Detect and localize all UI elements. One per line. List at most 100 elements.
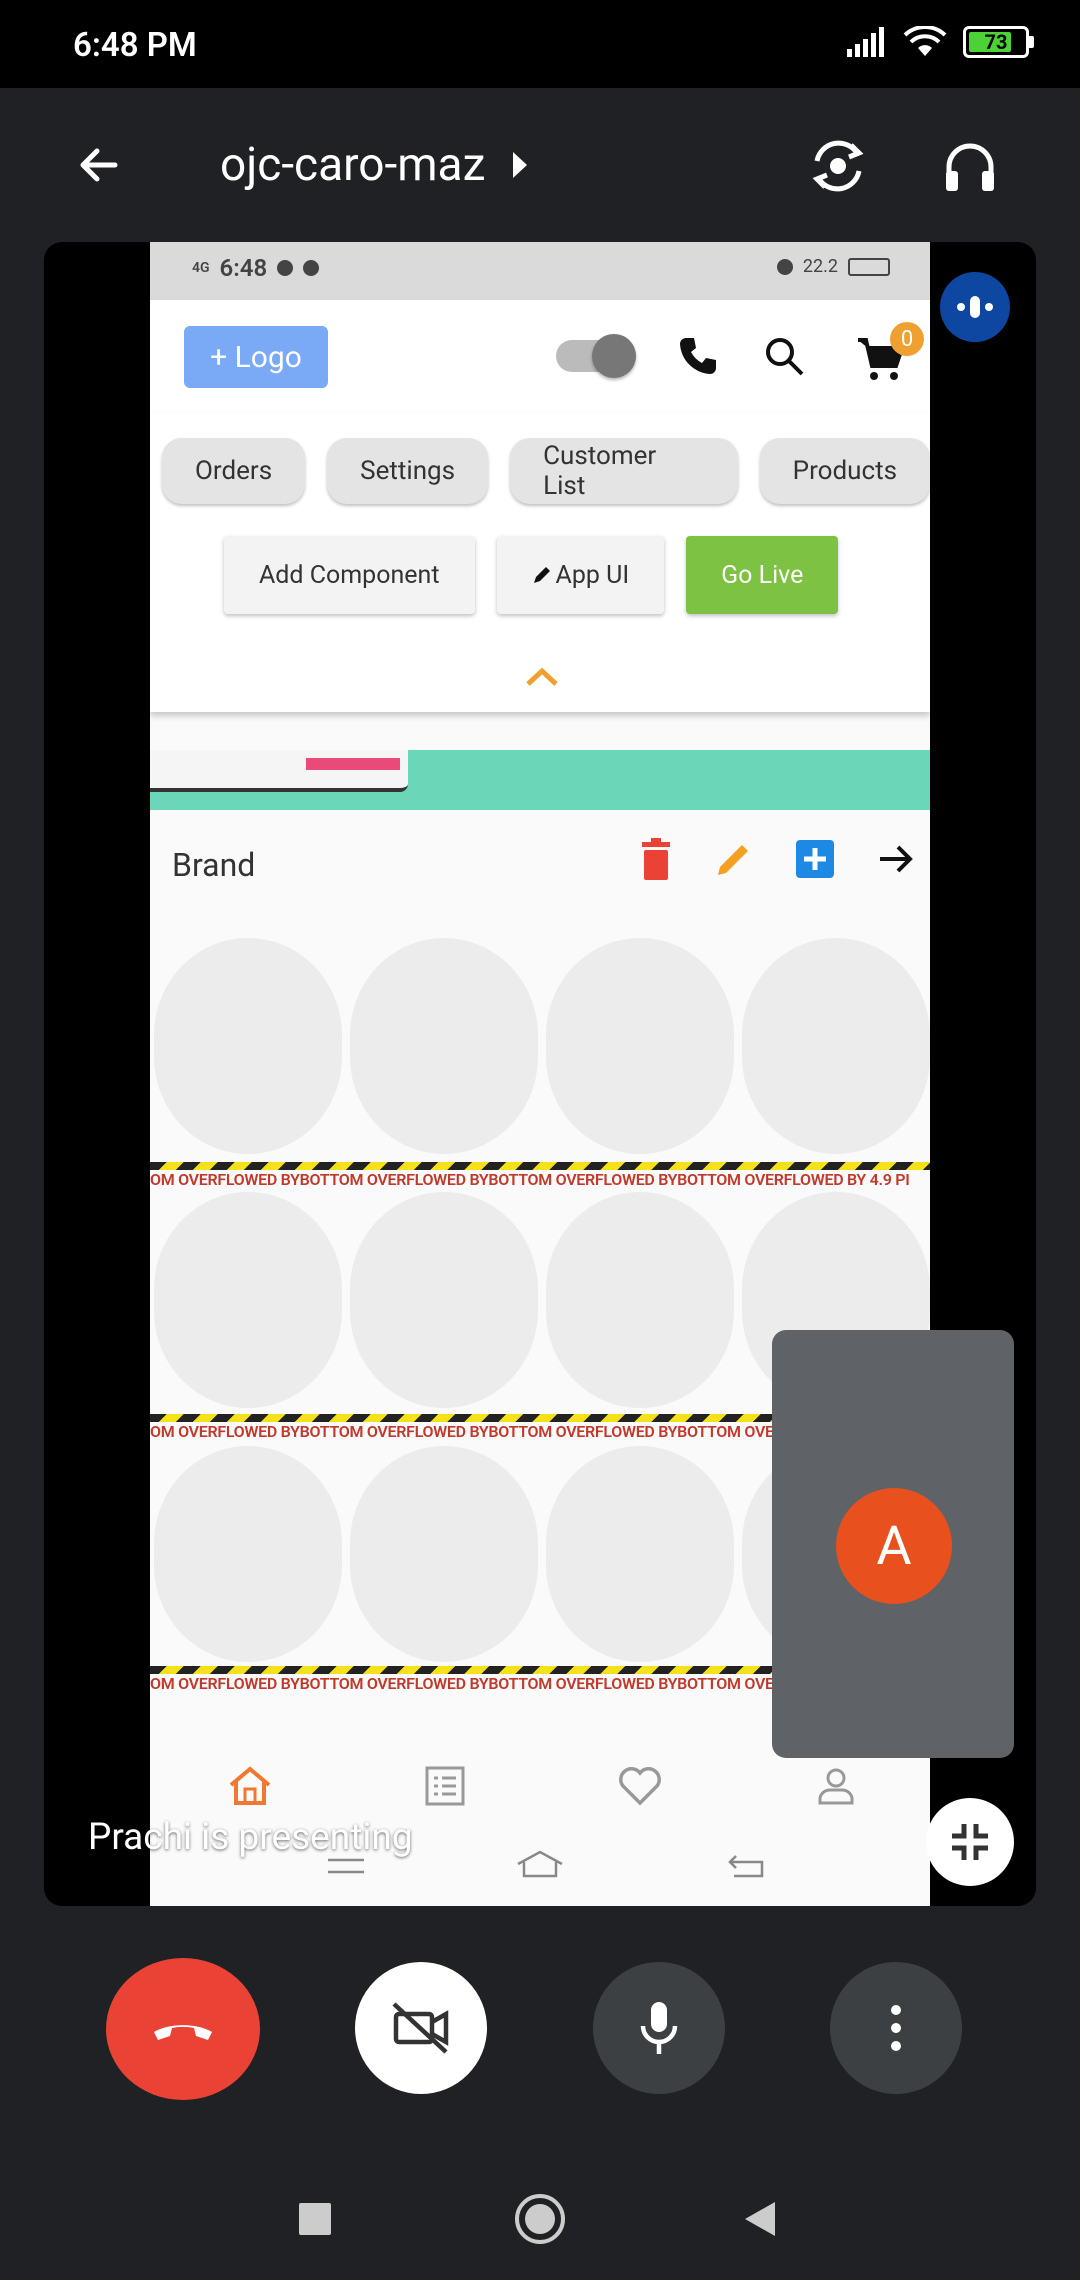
back-outline-icon [728, 1855, 764, 1878]
battery-level: 73 [984, 30, 1008, 54]
heart-icon [619, 1767, 661, 1806]
camera-off-icon [392, 2002, 449, 2054]
brand-item[interactable] [350, 938, 538, 1154]
brand-label: Brand [172, 846, 256, 884]
cart-badge: 0 [890, 322, 924, 356]
pencil-icon [533, 567, 550, 583]
battery-indicator: 73 [963, 26, 1034, 58]
brand-item[interactable] [742, 938, 930, 1154]
system-back-button[interactable] [727, 2186, 793, 2252]
nav-home[interactable] [220, 1756, 280, 1816]
microphone-button[interactable] [593, 1962, 725, 2094]
home-circle-icon [515, 2194, 565, 2244]
brand-item[interactable] [350, 1192, 538, 1408]
brand-item[interactable] [154, 1446, 342, 1662]
arrow-forward-icon[interactable] [876, 839, 916, 879]
meeting-app-bar: ojc-caro-maz [0, 88, 1080, 242]
brand-tools [638, 838, 916, 880]
phone-button[interactable] [676, 334, 720, 382]
camera-toggle-button[interactable] [355, 1962, 487, 2094]
system-navigation-bar [0, 2160, 1080, 2280]
home-icon [229, 1766, 271, 1805]
phone-icon [680, 338, 716, 374]
chip-settings[interactable]: Settings [327, 438, 489, 504]
home-button[interactable] [507, 2186, 573, 2252]
status-time: 6:48 PM [73, 26, 197, 65]
meeting-title[interactable]: ojc-caro-maz [220, 138, 528, 192]
overflow-warning: OM OVERFLOWED BYBOTTOM OVERFLOWED BYBOTT… [150, 1170, 910, 1189]
self-video-tile[interactable]: A [772, 1330, 1014, 1758]
end-call-icon [154, 2025, 212, 2040]
shared-network: 4G [192, 260, 210, 276]
action-buttons: Add Component App UI Go Live [224, 536, 839, 614]
edit-icon[interactable] [714, 839, 754, 879]
banner-thumbnail [150, 750, 408, 792]
chevron-up-icon [526, 667, 558, 686]
switch-camera-icon [812, 140, 864, 192]
home-outline-icon [517, 1850, 563, 1878]
triangle-back-icon [745, 2202, 775, 2236]
logo-button[interactable]: + Logo [184, 326, 328, 388]
search-button[interactable] [762, 334, 806, 382]
go-live-button[interactable]: Go Live [686, 536, 839, 614]
menu-chips: Orders Settings Customer List Products [162, 438, 930, 504]
back-icon [80, 148, 118, 182]
presenting-label: Prachi is presenting [88, 1816, 413, 1859]
brand-item[interactable] [546, 938, 734, 1154]
nav-list[interactable] [415, 1756, 475, 1816]
signal-icon [847, 27, 884, 57]
square-icon [299, 2203, 331, 2235]
status-icons: 73 [847, 26, 1034, 58]
call-controls [0, 1958, 1080, 2112]
chip-products[interactable]: Products [759, 438, 930, 504]
headphones-icon [946, 143, 994, 191]
brand-section-header: Brand [150, 810, 930, 914]
overflow-stripe [150, 1162, 930, 1170]
minimize-icon [952, 1824, 988, 1860]
end-call-button[interactable] [106, 1958, 260, 2100]
chip-customer-list[interactable]: Customer List [510, 438, 738, 504]
meeting-code: ojc-caro-maz [220, 138, 486, 192]
menu-lines-icon [328, 1858, 364, 1874]
shared-app-bar: + Logo 0 [150, 300, 930, 412]
switch-camera-button[interactable] [800, 128, 876, 204]
assistant-button[interactable] [940, 272, 1010, 342]
brand-item[interactable] [350, 1446, 538, 1662]
brand-item[interactable] [546, 1446, 734, 1662]
person-icon [818, 1768, 854, 1805]
shared-battery-icon [848, 257, 890, 276]
more-vert-icon [891, 2005, 901, 2051]
brand-grid-row [150, 938, 930, 1154]
shared-time: 6:48 [219, 254, 268, 282]
brand-item[interactable] [546, 1192, 734, 1408]
nav-favorites[interactable] [610, 1756, 670, 1816]
nav-profile[interactable] [806, 1756, 866, 1816]
presentation-stage: 4G 6:48 22.2 + Logo 0 Orders Settings Cu… [44, 242, 1036, 1906]
shared-status-bar: 4G 6:48 22.2 [150, 242, 930, 300]
app-ui-button[interactable]: App UI [496, 536, 665, 614]
brand-item[interactable] [154, 1192, 342, 1408]
list-icon [425, 1766, 465, 1806]
menu-panel: Orders Settings Customer List Products A… [150, 412, 930, 712]
collapse-button[interactable] [524, 666, 560, 692]
caret-right-icon [513, 152, 528, 178]
recents-button[interactable] [282, 2186, 348, 2252]
wifi-icon [903, 26, 947, 56]
brand-item[interactable] [154, 938, 342, 1154]
back-button[interactable] [64, 130, 134, 200]
status-bar: 6:48 PM 73 [0, 0, 1080, 88]
mode-toggle[interactable] [556, 334, 636, 378]
mic-icon [640, 2002, 678, 2054]
minimize-presentation-button[interactable] [926, 1798, 1014, 1886]
delete-icon[interactable] [638, 838, 674, 880]
assistant-dots-icon [957, 296, 993, 318]
app-ui-label: App UI [555, 560, 630, 590]
audio-output-button[interactable] [932, 128, 1008, 204]
chip-orders[interactable]: Orders [162, 438, 306, 504]
add-component-button[interactable]: Add Component [224, 536, 475, 614]
avatar: A [836, 1488, 952, 1604]
more-options-button[interactable] [830, 1962, 962, 2094]
add-box-icon[interactable] [794, 838, 836, 880]
shared-speed: 22.2 [802, 256, 838, 277]
search-icon [766, 338, 804, 376]
